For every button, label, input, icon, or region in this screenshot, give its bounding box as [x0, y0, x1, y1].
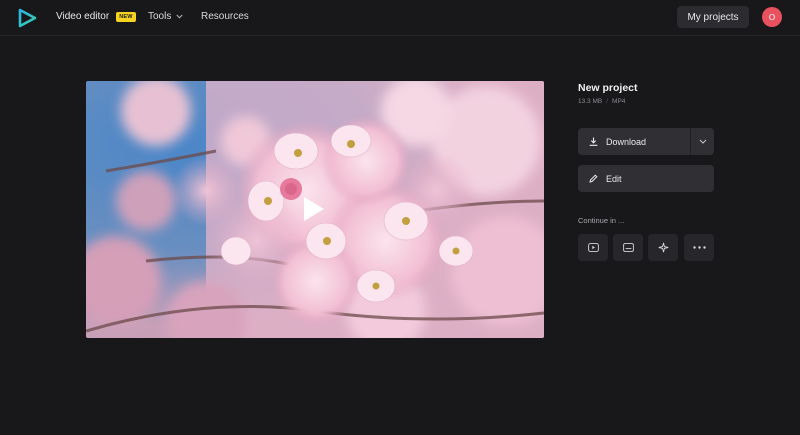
download-options-button[interactable]: [690, 128, 714, 155]
video-preview[interactable]: [86, 81, 544, 338]
edit-button[interactable]: Edit: [578, 165, 714, 192]
youtube-icon: [587, 243, 599, 252]
meta-separator: /: [606, 98, 609, 105]
download-icon: [589, 137, 598, 146]
continue-subtitles-button[interactable]: [613, 234, 643, 261]
file-size: 13.3 MB: [578, 98, 603, 105]
download-label: Download: [606, 136, 647, 147]
more-icon: [692, 246, 706, 249]
my-projects-button[interactable]: My projects: [677, 6, 749, 28]
chevron-down-icon: [176, 14, 183, 19]
nav-video-editor-label: Video editor: [56, 11, 110, 22]
project-title: New project: [578, 82, 638, 94]
continue-more-button[interactable]: [684, 234, 714, 261]
file-format: MP4: [612, 98, 626, 105]
download-button[interactable]: Download: [578, 128, 690, 155]
edit-label: Edit: [606, 173, 622, 184]
pencil-icon: [589, 174, 598, 183]
continue-ai-button[interactable]: [648, 234, 678, 261]
video-thumbnail-image: [86, 81, 544, 338]
download-button-group: Download: [578, 128, 714, 155]
new-badge: NEW: [116, 11, 136, 22]
top-navigation-bar: Video editor NEW Tools Resources My proj…: [0, 0, 800, 36]
chevron-down-icon: [699, 139, 706, 144]
app-logo-icon[interactable]: [17, 8, 37, 28]
continue-in-label: Continue in ...: [578, 216, 625, 225]
project-meta: 13.3 MB / MP4: [578, 98, 625, 105]
nav-tools[interactable]: Tools: [148, 11, 183, 22]
sparkle-icon: [658, 242, 668, 253]
avatar[interactable]: O: [762, 7, 782, 27]
subtitles-icon: [622, 243, 634, 252]
nav-tools-label: Tools: [148, 11, 172, 22]
nav-video-editor[interactable]: Video editor NEW: [56, 11, 136, 22]
nav-resources[interactable]: Resources: [201, 11, 249, 22]
continue-youtube-button[interactable]: [578, 234, 608, 261]
